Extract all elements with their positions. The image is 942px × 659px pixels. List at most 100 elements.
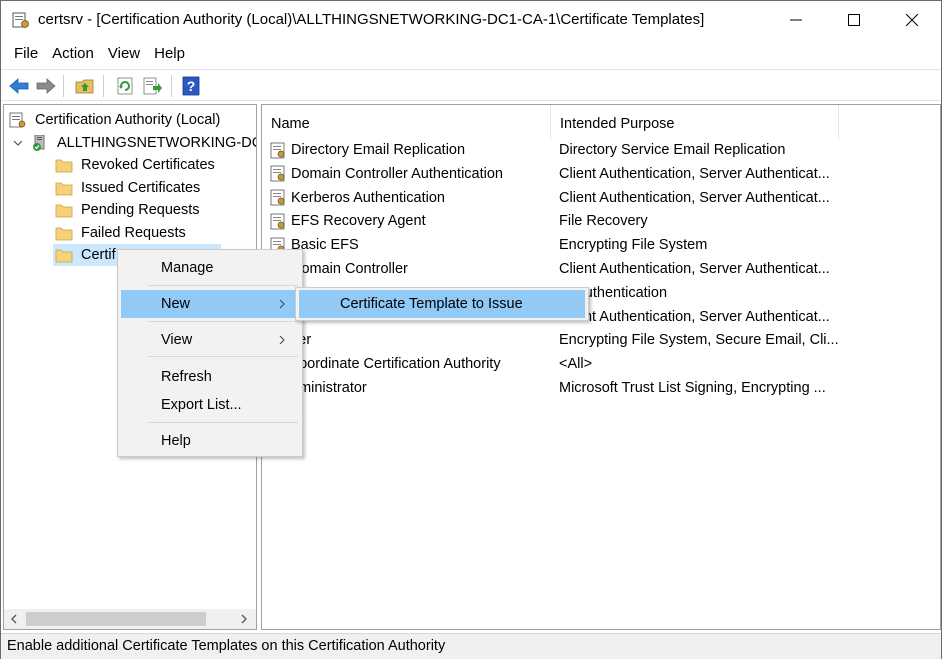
forward-button[interactable]: [34, 74, 58, 98]
context-menu-refresh[interactable]: Refresh: [121, 363, 299, 391]
template-name-cell: Kerberos Authentication: [270, 186, 550, 210]
template-name-cell: Domain Controller Authentication: [270, 162, 550, 186]
title-bar: certsrv - [Certification Authority (Loca…: [1, 1, 941, 39]
menu-file[interactable]: File: [7, 43, 45, 67]
template-name-cell: dministrator: [270, 376, 550, 400]
minimize-icon: [790, 19, 802, 21]
horizontal-scrollbar[interactable]: [4, 609, 256, 629]
up-level-button[interactable]: [73, 74, 97, 98]
status-bar: Enable additional Certificate Templates …: [1, 633, 941, 659]
context-menu: Manage New View Refresh Export List... H…: [117, 249, 303, 457]
menu-action[interactable]: Action: [45, 43, 101, 67]
template-purpose: Microsoft Trust List Signing, Encrypting…: [559, 380, 826, 396]
ca-server-label: ALLTHINGSNETWORKING-DC1: [57, 135, 257, 151]
refresh-icon: [117, 77, 133, 95]
template-purpose: er Authentication: [559, 284, 668, 301]
certification-authority-icon: [9, 112, 26, 128]
refresh-button[interactable]: [113, 74, 137, 98]
template-purpose: Client Authentication, Server Authentica…: [559, 189, 830, 206]
tree-item-ca-server[interactable]: ALLTHINGSNETWORKING-DC1: [31, 132, 257, 154]
template-row[interactable]: Kerberos Authentication Client Authentica…: [262, 186, 940, 210]
submenu-arrow-icon: [279, 299, 285, 309]
template-purpose: Encrypting File System, Secure Email, Cl…: [559, 332, 839, 349]
folder-icon: [55, 159, 73, 173]
context-menu-view-label: View: [161, 332, 193, 348]
svg-text:?: ?: [187, 78, 196, 94]
context-menu-new[interactable]: New: [121, 290, 299, 318]
tree-item-failed-requests[interactable]: Failed Requests: [55, 222, 186, 244]
help-button[interactable]: ?: [179, 74, 203, 98]
certificate-template-icon: [270, 165, 285, 182]
template-name-cell: ser: [270, 328, 550, 352]
template-row[interactable]: dministrator Microsoft Trust List Signing…: [262, 376, 940, 400]
template-row[interactable]: Basic EFS Encrypting File System: [262, 233, 940, 257]
new-submenu: Certificate Template to Issue: [295, 287, 589, 321]
template-name: Kerberos Authentication: [291, 189, 445, 206]
template-purpose: Client Authentication, Server Authentica…: [559, 165, 830, 182]
menu-help[interactable]: Help: [147, 43, 192, 67]
template-row[interactable]: Directory Email Replication Directory Ser…: [262, 138, 940, 162]
template-purpose: Directory Service Email Replication: [559, 142, 786, 158]
context-menu-new-label: New: [161, 296, 191, 312]
template-row[interactable]: ubordinate Certification Authority <All>: [262, 352, 940, 376]
tree-root-label: Certification Authority (Local): [35, 112, 221, 128]
up-folder-icon: [75, 79, 94, 94]
folder-icon: [55, 204, 73, 218]
template-name: EFS Recovery Agent: [291, 213, 426, 230]
column-header-name[interactable]: Name: [262, 105, 551, 139]
minimize-button[interactable]: [767, 1, 825, 39]
column-header-intended-purpose[interactable]: Intended Purpose: [551, 105, 839, 139]
template-name: Domain Controller: [291, 261, 408, 277]
template-name-cell: Domain Controller: [270, 257, 550, 281]
menu-separator: [148, 321, 298, 322]
tree-root-certification-authority[interactable]: Certification Authority (Local): [9, 109, 220, 131]
certificate-template-icon: [270, 189, 285, 206]
help-icon: ?: [182, 76, 200, 96]
template-row[interactable]: Domain Controller Client Authentication, …: [262, 257, 940, 281]
scrollbar-thumb[interactable]: [26, 612, 206, 626]
export-list-button[interactable]: [141, 74, 165, 98]
back-icon: [9, 78, 29, 94]
menu-bar: File Action View Help: [1, 43, 192, 67]
template-purpose: Client Authentication, Server Authentica…: [559, 261, 830, 277]
tree-label: Pending Requests: [81, 202, 200, 218]
template-purpose: Client Authentication, Server Authentica…: [559, 308, 830, 325]
app-window: certsrv - [Certification Authority (Loca…: [0, 0, 942, 659]
template-name-cell: ubordinate Certification Authority: [270, 352, 550, 376]
close-icon: [906, 14, 918, 26]
export-icon: [143, 77, 162, 95]
toolbar-separator: [171, 75, 172, 97]
tree-item-revoked-certificates[interactable]: Revoked Certificates: [55, 154, 215, 176]
tree-label: Certif: [81, 247, 116, 263]
menu-separator: [148, 356, 298, 357]
status-text: Enable additional Certificate Templates …: [7, 638, 446, 654]
menu-separator: [148, 285, 298, 286]
chevron-left-icon[interactable]: [8, 613, 20, 625]
template-purpose: Encrypting File System: [559, 237, 708, 254]
tree-label: Failed Requests: [81, 225, 186, 241]
tree-item-issued-certificates[interactable]: Issued Certificates: [55, 177, 200, 199]
context-menu-manage[interactable]: Manage: [121, 254, 299, 282]
template-name: Directory Email Replication: [291, 142, 466, 158]
context-menu-view[interactable]: View: [121, 326, 299, 354]
certificate-template-icon: [270, 142, 285, 158]
context-menu-help[interactable]: Help: [121, 427, 299, 455]
back-button[interactable]: [7, 74, 31, 98]
results-pane: Name Intended Purpose Directory Email Re…: [261, 104, 941, 630]
menu-view[interactable]: View: [101, 43, 147, 67]
tree-item-pending-requests[interactable]: Pending Requests: [55, 199, 200, 221]
certsrv-app-icon: [12, 12, 29, 28]
maximize-button[interactable]: [825, 1, 883, 39]
toolbar: ?: [1, 69, 941, 101]
chevron-down-icon[interactable]: [13, 138, 23, 148]
template-name-cell: Directory Email Replication: [270, 138, 550, 162]
template-row[interactable]: ser Encrypting File System, Secure Email,…: [262, 328, 940, 352]
template-name: ubordinate Certification Authority: [291, 356, 501, 373]
template-row[interactable]: EFS Recovery Agent File Recovery: [262, 209, 940, 233]
submenu-certificate-template-to-issue[interactable]: Certificate Template to Issue: [299, 290, 585, 318]
context-menu-export-list[interactable]: Export List...: [121, 391, 299, 419]
template-row[interactable]: Domain Controller Authentication Client A…: [262, 162, 940, 186]
toolbar-separator: [63, 75, 64, 97]
close-button[interactable]: [883, 1, 941, 39]
chevron-right-icon[interactable]: [238, 613, 250, 625]
